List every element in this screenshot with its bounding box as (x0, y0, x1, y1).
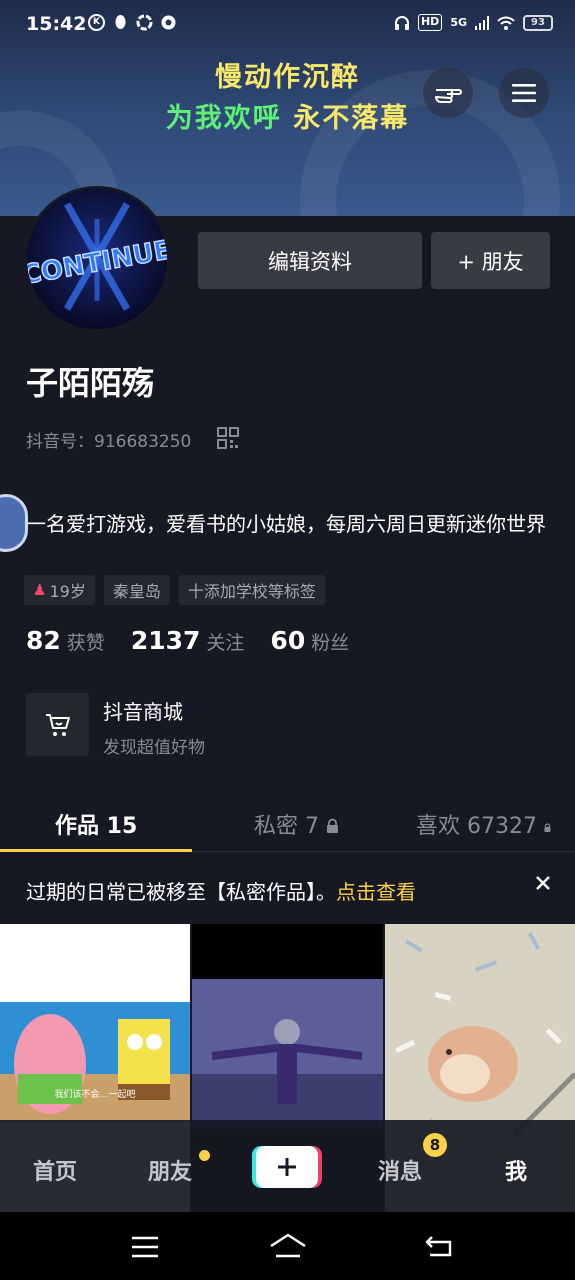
profile-stats: 82 获赞 2137 关注 60 粉丝 (26, 626, 375, 655)
close-icon[interactable] (535, 875, 551, 891)
shop-title[interactable]: 抖音商城 (103, 696, 183, 725)
nav-messages[interactable]: 消息 (378, 1154, 422, 1186)
back-icon[interactable] (424, 1234, 454, 1258)
bio: 一名爱打游戏，爱看书的小姑娘，每周六周日更新迷你世界 (26, 512, 546, 536)
tab-private-label: 私密 7 (254, 814, 319, 839)
battery-icon: 93 (523, 14, 553, 31)
notice-text: 过期的日常已被移至【私密作品】。点击查看 (26, 876, 416, 905)
following-count: 2137 (130, 626, 201, 655)
qr-code-icon[interactable] (217, 427, 239, 449)
add-friend-button[interactable]: + 朋友 (431, 232, 550, 289)
active-tab-indicator (0, 849, 192, 852)
likes-label: 获赞 (66, 632, 105, 654)
headphones-icon (394, 15, 409, 30)
edit-profile-button[interactable]: 编辑资料 (198, 232, 422, 289)
hamburger-menu-icon (512, 84, 536, 102)
shopping-cart-icon (45, 713, 70, 736)
status-app-icons: K (88, 14, 177, 31)
notice-message: 过期的日常已被移至【私密作品】。 (26, 880, 336, 904)
menu-button[interactable] (499, 68, 549, 118)
tab-likes[interactable]: 喜欢 67327 (416, 808, 551, 840)
friends-notification-dot (199, 1150, 210, 1161)
profile-tags: ♟ 19岁 秦皇岛 十添加学校等标签 (24, 575, 325, 605)
tab-works[interactable]: 作品 15 (55, 808, 137, 840)
avatar-continue-logo: CONTINUE (27, 189, 167, 329)
network-type: 5G (450, 16, 467, 29)
nickname: 子陌陌殇 (26, 364, 155, 402)
nav-friends[interactable]: 朋友 (148, 1154, 192, 1186)
status-bar: 15:42 K HD 5G 93 (0, 0, 575, 50)
qq-penguin-icon (115, 15, 126, 29)
colorful-ring-icon (136, 14, 153, 31)
content-tabs: 作品 15 私密 7 喜欢 67327 (0, 796, 575, 852)
nav-me[interactable]: 我 (505, 1154, 527, 1186)
followers-count: 60 (270, 626, 306, 655)
followers-label: 粉丝 (311, 632, 350, 654)
tab-private[interactable]: 私密 7 (254, 808, 339, 840)
following-label: 关注 (206, 632, 245, 654)
female-icon: ♟ (33, 581, 47, 599)
plus-icon (278, 1158, 296, 1176)
notice-view-link[interactable]: 点击查看 (336, 880, 416, 904)
messages-badge: 8 (423, 1133, 447, 1157)
following-stat[interactable]: 2137 关注 (131, 626, 245, 655)
shop-subtitle: 发现超值好物 (103, 738, 205, 758)
banner-text-line1: 慢动作沉醉 (215, 62, 360, 93)
create-button[interactable] (256, 1146, 318, 1188)
lock-icon (327, 818, 338, 833)
notice-bar: 过期的日常已被移至【私密作品】。点击查看 (0, 853, 575, 924)
spinner-icon (161, 15, 176, 30)
wifi-icon (497, 16, 515, 30)
douyin-id-label: 抖音号： (26, 432, 94, 452)
banner-text-line2: 为我欢呼 永不落幕 (0, 96, 575, 135)
age-tag[interactable]: ♟ 19岁 (24, 575, 95, 605)
pointing-hand-icon (435, 89, 462, 104)
nav-home[interactable]: 首页 (33, 1154, 77, 1186)
gesture-button[interactable] (423, 68, 473, 118)
likes-stat[interactable]: 82 获赞 (26, 626, 105, 655)
bottom-nav: 首页 朋友 消息 8 我 (0, 1120, 575, 1212)
k-circle-icon: K (88, 14, 105, 31)
avatar[interactable]: CONTINUE (24, 186, 170, 332)
tab-likes-label: 喜欢 67327 (416, 814, 537, 839)
douyin-id[interactable]: 抖音号：916683250 (26, 427, 191, 452)
hd-icon: HD (417, 14, 443, 31)
shop-entry[interactable] (26, 693, 89, 756)
video-subtitle: 我们该不会…一起吧 (54, 1088, 135, 1100)
followers-stat[interactable]: 60 粉丝 (270, 626, 349, 655)
location-tag[interactable]: 秦皇岛 (103, 575, 170, 605)
floating-bubble[interactable] (0, 494, 28, 552)
status-time: 15:42 (26, 13, 87, 35)
banner-text-part2: 永不落幕 (293, 103, 410, 134)
home-icon[interactable] (269, 1232, 307, 1260)
recent-apps-icon[interactable] (131, 1236, 159, 1258)
douyin-id-value: 916683250 (94, 432, 192, 452)
likes-count: 82 (26, 626, 61, 655)
banner-text-part1: 为我欢呼 (165, 103, 282, 134)
add-school-tag[interactable]: 十添加学校等标签 (178, 575, 325, 605)
age-tag-label: 19岁 (49, 582, 86, 601)
system-navigation-bar (0, 1212, 575, 1280)
lock-icon (544, 823, 551, 832)
status-right-icons: HD 5G 93 (394, 14, 553, 31)
signal-icon (475, 15, 489, 30)
